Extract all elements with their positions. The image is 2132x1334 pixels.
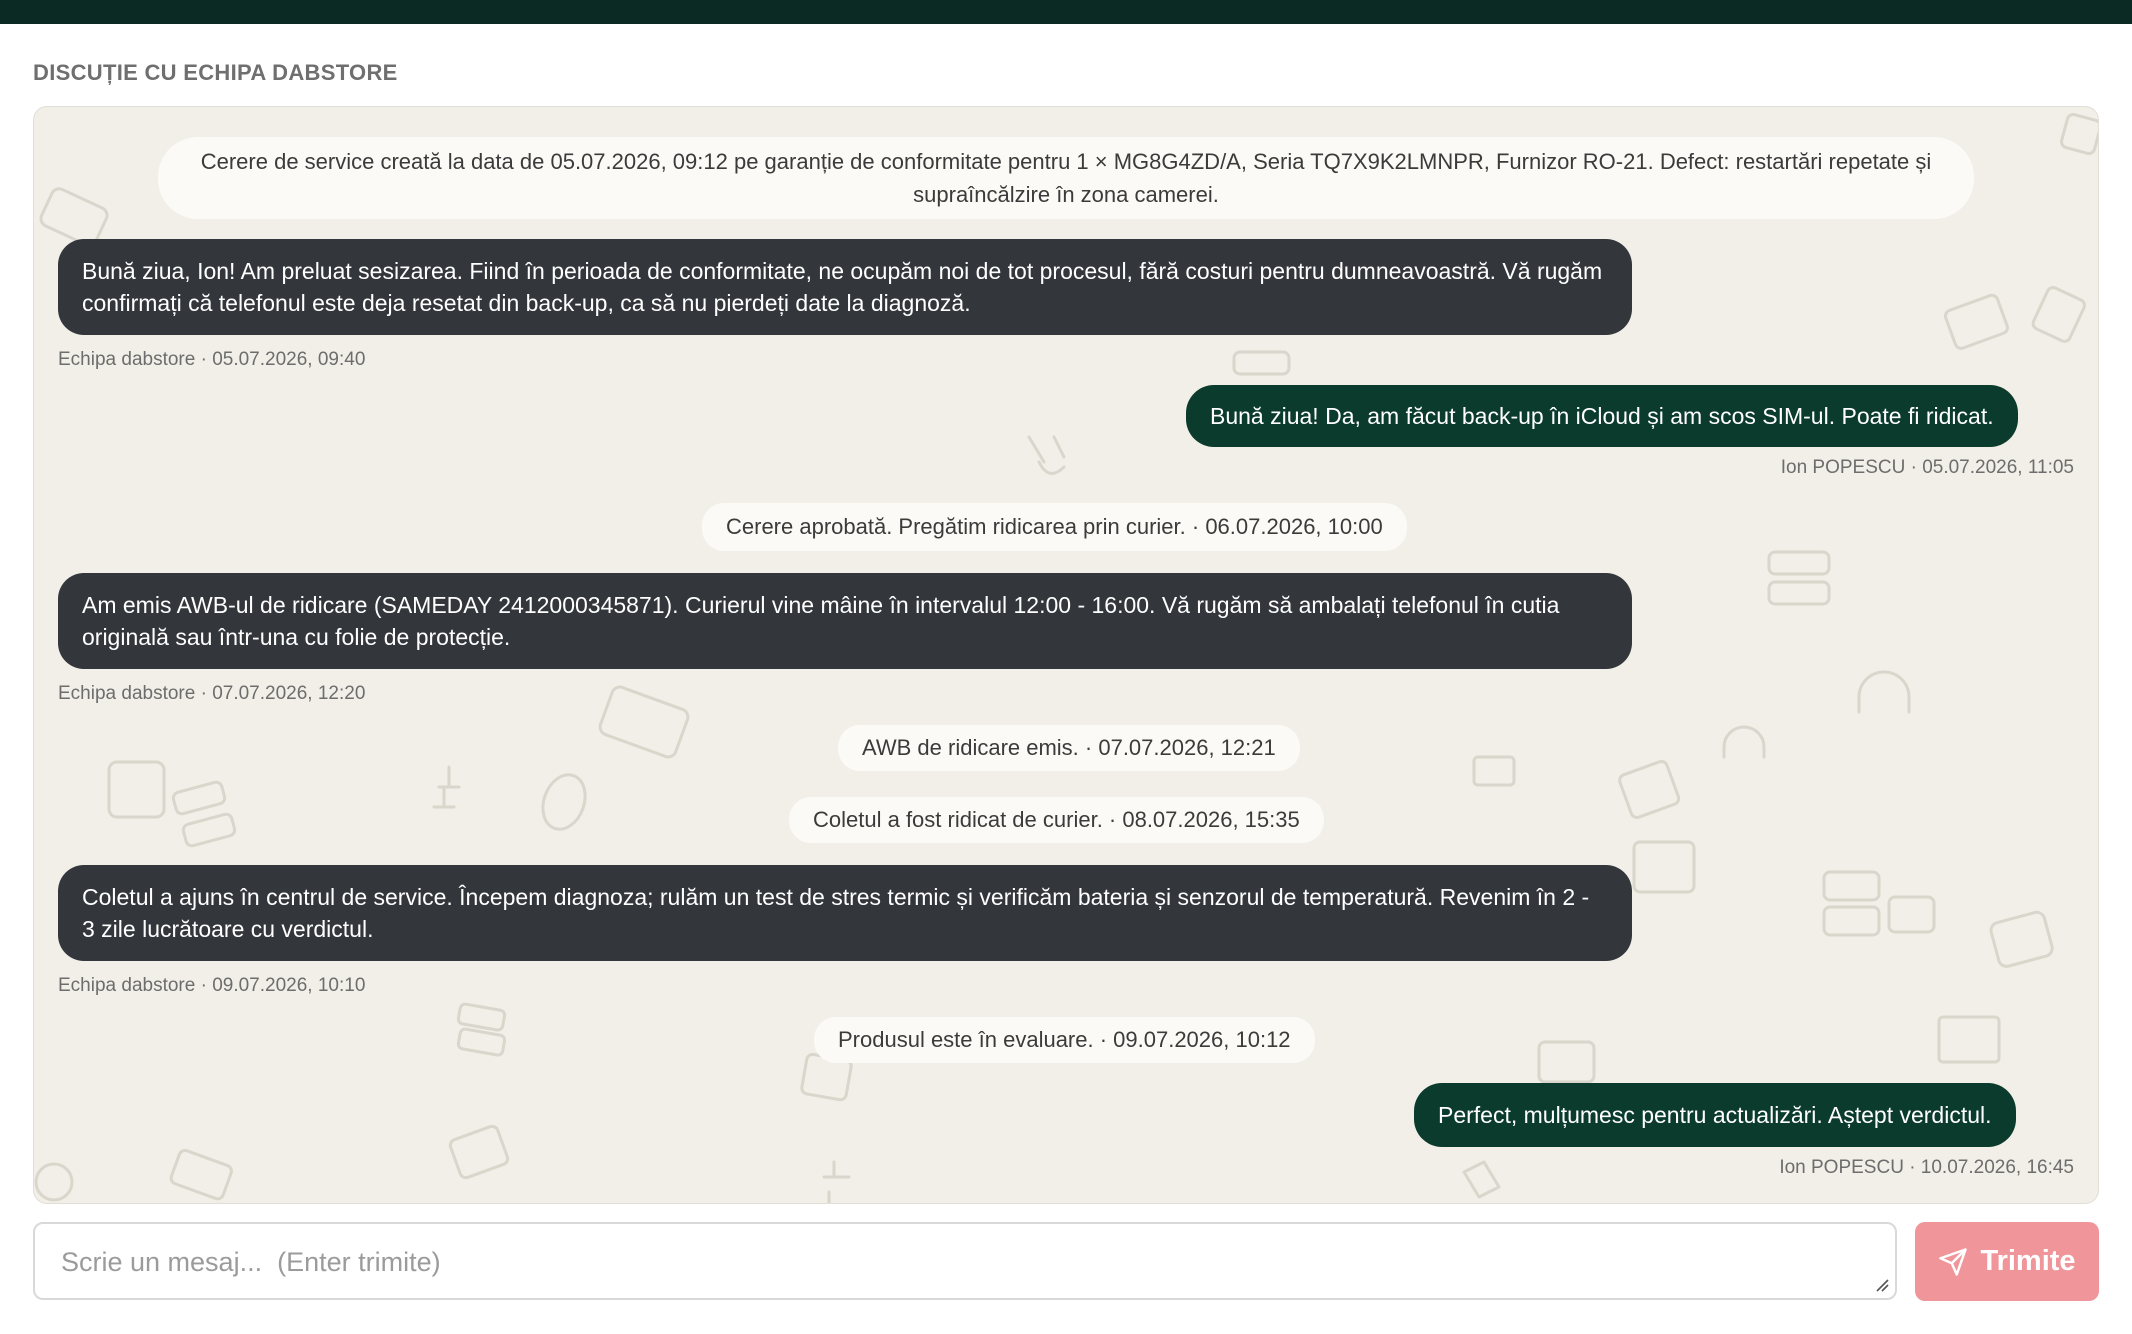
paper-plane-icon	[1939, 1247, 1968, 1276]
system-message-status: AWB de ridicare emis. · 07.07.2026, 12:2…	[838, 725, 1300, 771]
system-message-status: Cerere aprobată. Pregătim ridicarea prin…	[702, 503, 1407, 551]
message-text: Perfect, mulțumesc pentru actualizări. A…	[1438, 1102, 1992, 1128]
system-message-service-request: Cerere de service creată la data de 05.0…	[158, 137, 1974, 219]
user-message-bubble: Bună ziua! Da, am făcut back-up în iClou…	[1186, 385, 2018, 447]
team-message-bubble: Bună ziua, Ion! Am preluat sesizarea. Fi…	[58, 239, 1632, 335]
top-bar	[0, 0, 2132, 24]
team-message-bubble: Coletul a ajuns în centrul de service. Î…	[58, 865, 1632, 961]
message-text: Coletul a ajuns în centrul de service. Î…	[82, 884, 1590, 942]
system-message-text: Cerere de service creată la data de 05.0…	[200, 149, 1932, 207]
system-message-status: Coletul a fost ridicat de curier. · 08.0…	[789, 797, 1324, 843]
message-input[interactable]	[59, 1242, 1843, 1282]
message-meta: Echipa dabstore · 09.07.2026, 10:10	[58, 975, 366, 996]
message-text: Bună ziua, Ion! Am preluat sesizarea. Fi…	[82, 258, 1603, 316]
user-message-bubble: Perfect, mulțumesc pentru actualizări. A…	[1414, 1083, 2016, 1147]
message-meta: Echipa dabstore · 07.07.2026, 12:20	[58, 683, 366, 704]
chat-thread[interactable]: Cerere de service creată la data de 05.0…	[33, 106, 2099, 1204]
message-text: Bună ziua! Da, am făcut back-up în iClou…	[1210, 403, 1994, 429]
send-button[interactable]: Trimite	[1915, 1222, 2099, 1301]
message-composer	[33, 1222, 1897, 1300]
system-message-status: Produsul este în evaluare. · 09.07.2026,…	[814, 1017, 1315, 1063]
send-button-label: Trimite	[1980, 1245, 2076, 1277]
resize-handle-icon[interactable]	[1875, 1278, 1889, 1292]
message-meta: Echipa dabstore · 05.07.2026, 09:40	[58, 349, 366, 370]
message-meta: Ion POPESCU · 05.07.2026, 11:05	[1780, 457, 2074, 478]
team-message-bubble: Am emis AWB-ul de ridicare (SAMEDAY 2412…	[58, 573, 1632, 669]
message-meta: Ion POPESCU · 10.07.2026, 16:45	[1779, 1157, 2074, 1178]
message-text: Am emis AWB-ul de ridicare (SAMEDAY 2412…	[82, 592, 1560, 650]
panel-title: DISCUȚIE CU ECHIPA DABSTORE	[33, 60, 398, 85]
